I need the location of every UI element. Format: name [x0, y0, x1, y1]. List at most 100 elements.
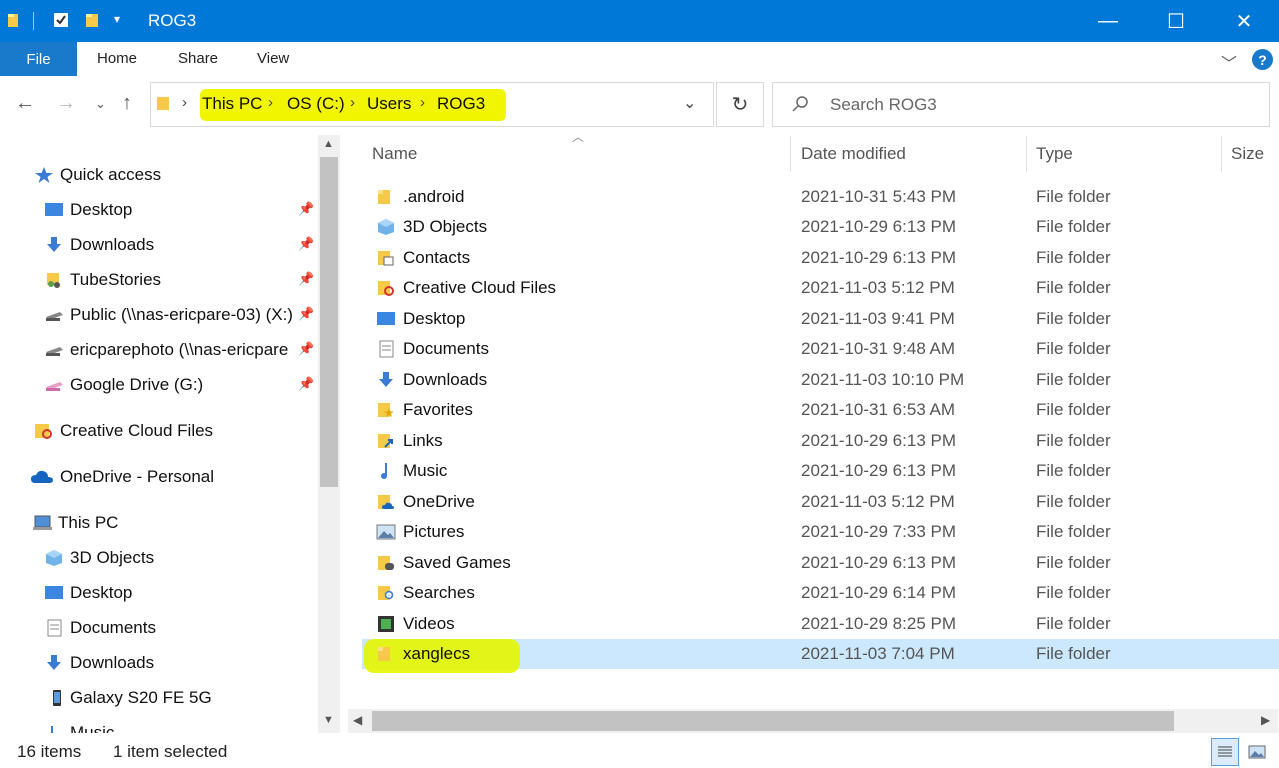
column-divider[interactable] — [1221, 136, 1222, 172]
file-row[interactable]: Videos 2021-10-29 8:25 PM File folder — [362, 609, 1279, 639]
file-row[interactable]: .android 2021-10-31 5:43 PM File folder — [362, 182, 1279, 212]
customize-toolbar-chevron-icon[interactable]: ▾ — [114, 12, 120, 26]
file-date: 2021-10-29 6:13 PM — [801, 461, 956, 480]
file-date: 2021-10-29 8:25 PM — [801, 614, 956, 633]
nav-item-desktop[interactable]: Desktop — [44, 195, 132, 225]
file-row[interactable]: Downloads 2021-11-03 10:10 PM File folde… — [362, 365, 1279, 395]
nav-item-ericparephoto-nas[interactable]: ericparephoto (\\nas-ericpare — [44, 335, 288, 365]
file-type: File folder — [1036, 339, 1111, 358]
file-row[interactable]: Pictures 2021-10-29 7:33 PM File folder — [362, 517, 1279, 547]
column-divider[interactable] — [790, 136, 791, 172]
breadcrumb-users[interactable]: Users — [367, 94, 411, 114]
nav-item-label: Downloads — [70, 653, 155, 672]
music-icon — [381, 463, 387, 479]
tab-share[interactable]: Share — [178, 50, 218, 67]
tab-view[interactable]: View — [257, 50, 289, 67]
pin-icon[interactable]: 📌 — [298, 341, 314, 357]
file-row[interactable]: Favorites 2021-10-31 6:53 AM File folder — [362, 395, 1279, 425]
details-lines-icon — [1218, 746, 1232, 757]
list-horizontal-scrollbar[interactable] — [348, 709, 1278, 733]
nav-item-creative-cloud[interactable]: Creative Cloud Files — [34, 416, 213, 446]
status-selection: 1 item selected — [113, 742, 228, 761]
nav-scrollbar-thumb[interactable] — [320, 157, 338, 487]
tab-home[interactable]: Home — [97, 50, 137, 67]
file-date: 2021-10-31 6:53 AM — [801, 400, 956, 419]
pin-icon[interactable]: 📌 — [298, 376, 314, 392]
nav-item-onedrive[interactable]: OneDrive - Personal — [30, 462, 214, 492]
file-row[interactable]: Contacts 2021-10-29 6:13 PM File folder — [362, 243, 1279, 273]
file-row[interactable]: xanglecs 2021-11-03 7:04 PM File folder — [362, 639, 1279, 669]
breadcrumb-separator-icon: › — [268, 94, 273, 111]
column-header-size[interactable]: Size — [1231, 144, 1264, 164]
file-row[interactable]: Documents 2021-10-31 9:48 AM File folder — [362, 334, 1279, 364]
file-row[interactable]: 3D Objects 2021-10-29 6:13 PM File folde… — [362, 212, 1279, 242]
help-button[interactable]: ? — [1252, 49, 1273, 70]
file-row[interactable]: Saved Games 2021-10-29 6:13 PM File fold… — [362, 548, 1279, 578]
column-divider[interactable] — [1026, 136, 1027, 172]
nav-item-3d-objects[interactable]: 3D Objects — [44, 543, 154, 573]
file-type: File folder — [1036, 187, 1111, 206]
nav-item-galaxy-s20[interactable]: Galaxy S20 FE 5G — [44, 683, 212, 713]
address-dropdown-chevron-icon[interactable]: ⌄ — [683, 93, 696, 113]
nav-scrollbar[interactable] — [318, 135, 340, 733]
recent-locations-chevron-icon[interactable]: ⌄ — [95, 96, 106, 112]
maximize-button[interactable]: ☐ — [1142, 0, 1210, 42]
download-icon — [47, 655, 61, 670]
column-header-name[interactable]: Name — [372, 144, 417, 164]
music-icon — [51, 726, 53, 733]
nav-item-downloads-pc[interactable]: Downloads — [44, 648, 154, 678]
column-header-date[interactable]: Date modified — [801, 144, 906, 164]
nav-item-desktop-pc[interactable]: Desktop — [44, 578, 132, 608]
scroll-left-arrow-icon[interactable]: ◀ — [353, 713, 362, 727]
nav-item-public-nas[interactable]: Public (\\nas-ericpare-03) (X:) — [44, 300, 293, 330]
nav-item-tubestories[interactable]: TubeStories — [44, 265, 161, 295]
folder-app-icon — [8, 14, 18, 27]
close-button[interactable]: ✕ — [1210, 0, 1278, 42]
large-icons-view-icon[interactable] — [1244, 740, 1270, 764]
minimize-button[interactable]: — — [1074, 0, 1142, 42]
pin-icon[interactable]: 📌 — [298, 306, 314, 322]
phone-icon — [53, 690, 61, 706]
pin-icon[interactable]: 📌 — [298, 271, 314, 287]
nav-item-downloads[interactable]: Downloads — [44, 230, 154, 260]
link-icon — [378, 434, 393, 448]
breadcrumb-rog3[interactable]: ROG3 — [437, 94, 485, 114]
nav-item-music[interactable]: Music — [44, 718, 114, 733]
scroll-down-arrow-icon[interactable]: ▼ — [323, 714, 334, 726]
pin-icon[interactable]: 📌 — [298, 236, 314, 252]
properties-icon[interactable] — [52, 11, 70, 29]
file-row[interactable]: Creative Cloud Files 2021-11-03 5:12 PM … — [362, 273, 1279, 303]
file-row[interactable]: Links 2021-10-29 6:13 PM File folder — [362, 426, 1279, 456]
details-view-icon[interactable] — [1211, 738, 1239, 766]
new-folder-icon[interactable] — [84, 11, 102, 29]
column-header-type[interactable]: Type — [1036, 144, 1073, 164]
cube-icon — [378, 219, 394, 235]
file-type: File folder — [1036, 248, 1111, 267]
pin-icon[interactable]: 📌 — [298, 201, 314, 217]
file-row[interactable]: Desktop 2021-11-03 9:41 PM File folder — [362, 304, 1279, 334]
nav-item-this-pc[interactable]: This PC — [32, 508, 118, 538]
folder-people-icon — [47, 273, 60, 288]
breadcrumb-os-c[interactable]: OS (C:) — [287, 94, 345, 114]
scroll-right-arrow-icon[interactable]: ▶ — [1261, 713, 1270, 727]
up-arrow-icon[interactable]: ↑ — [122, 92, 132, 115]
nav-item-quick-access[interactable]: Quick access — [34, 160, 161, 190]
file-name: Creative Cloud Files — [403, 278, 557, 297]
desktop-icon — [45, 586, 63, 599]
forward-arrow-icon[interactable]: → — [56, 92, 76, 115]
folder-icon — [378, 190, 390, 204]
expand-ribbon-chevron-icon[interactable]: ﹀ — [1221, 50, 1237, 74]
refresh-icon[interactable]: ↻ — [716, 82, 764, 127]
file-row[interactable]: Searches 2021-10-29 6:14 PM File folder — [362, 578, 1279, 608]
file-type: File folder — [1036, 644, 1111, 663]
breadcrumb-this-pc[interactable]: This PC — [202, 94, 262, 114]
file-row[interactable]: OneDrive 2021-11-03 5:12 PM File folder — [362, 487, 1279, 517]
nav-item-documents[interactable]: Documents — [44, 613, 156, 643]
nav-item-label: Galaxy S20 FE 5G — [70, 688, 212, 707]
back-arrow-icon[interactable]: ← — [15, 92, 35, 115]
scroll-up-arrow-icon[interactable]: ▲ — [323, 138, 334, 150]
file-row[interactable]: Music 2021-10-29 6:13 PM File folder — [362, 456, 1279, 486]
list-scrollbar-thumb[interactable] — [372, 711, 1174, 731]
nav-item-google-drive[interactable]: Google Drive (G:) — [44, 370, 203, 400]
file-tab[interactable]: File — [0, 42, 77, 76]
